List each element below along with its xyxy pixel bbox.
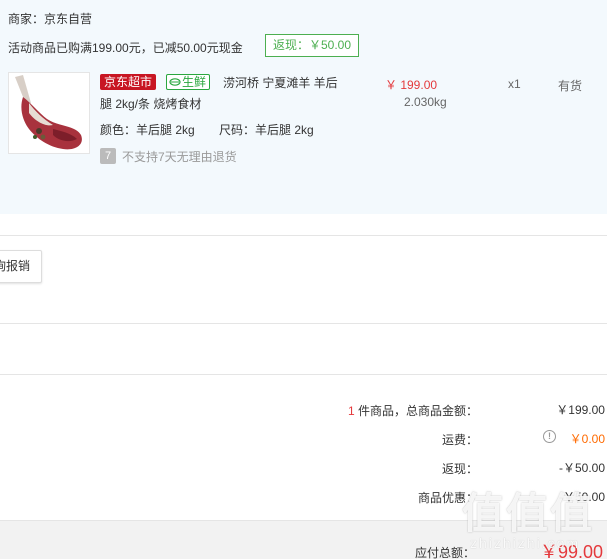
section-divider bbox=[0, 323, 607, 324]
product-title-line2[interactable]: 腿 2kg/条 烧烤食材 bbox=[100, 95, 201, 112]
leaf-icon bbox=[169, 78, 181, 86]
product-price: ￥ 199.00 bbox=[385, 78, 438, 92]
product-weight: 2.030kg bbox=[404, 95, 447, 109]
rebate-label: 返现： bbox=[441, 462, 478, 476]
discount-label: 商品优惠： bbox=[417, 491, 478, 505]
reimburse-inquiry-button[interactable]: 询报销 bbox=[0, 250, 42, 283]
lamb-leg-product-image-icon bbox=[9, 73, 89, 153]
pay-total-value: ￥99.00 bbox=[539, 542, 603, 559]
product-size-spec: 尺码：羊后腿 2kg bbox=[219, 123, 314, 137]
return-policy-text: 不支持7天无理由退货 bbox=[122, 150, 237, 164]
product-image[interactable] bbox=[8, 72, 90, 154]
order-item-panel: 商家：京东自营 活动商品已购满199.00元，已减50.00元现金 返现：￥50… bbox=[0, 0, 607, 214]
jd-supermarket-badge: 京东超市 bbox=[100, 74, 157, 90]
product-quantity: x1 bbox=[508, 77, 521, 91]
pay-total-label: 应付总额： bbox=[414, 546, 475, 559]
shipping-value: ￥0.00 bbox=[569, 432, 605, 446]
fresh-badge-label: 生鲜 bbox=[182, 75, 207, 89]
product-color-spec: 颜色：羊后腿 2kg bbox=[100, 123, 195, 137]
seven-day-return-icon: 7 bbox=[100, 148, 116, 164]
item-total-label-text: 件商品，总商品金额： bbox=[354, 404, 478, 418]
item-count: 1 bbox=[347, 404, 355, 418]
section-divider bbox=[0, 374, 607, 375]
fresh-badge: 生鲜 bbox=[166, 74, 211, 90]
promo-text: 活动商品已购满199.00元，已减50.00元现金 bbox=[8, 41, 243, 55]
rebate-tag: 返现：￥50.00 bbox=[265, 34, 359, 57]
rebate-value: -￥50.00 bbox=[558, 461, 605, 475]
info-icon[interactable]: ! bbox=[543, 430, 556, 443]
merchant-label: 商家：京东自营 bbox=[8, 12, 93, 26]
item-total-value: ￥199.00 bbox=[556, 403, 605, 417]
shipping-label: 运费： bbox=[441, 433, 478, 447]
section-divider bbox=[0, 235, 607, 236]
payment-total-bar: 应付总额： ￥99.00 bbox=[0, 520, 607, 559]
discount-value: -￥50.00 bbox=[558, 490, 605, 504]
stock-status: 有货 bbox=[558, 79, 583, 93]
item-total-label: 1 件商品，总商品金额： bbox=[348, 402, 478, 419]
product-title-line1[interactable]: 涝河桥 宁夏滩羊 羊后 bbox=[223, 74, 338, 91]
